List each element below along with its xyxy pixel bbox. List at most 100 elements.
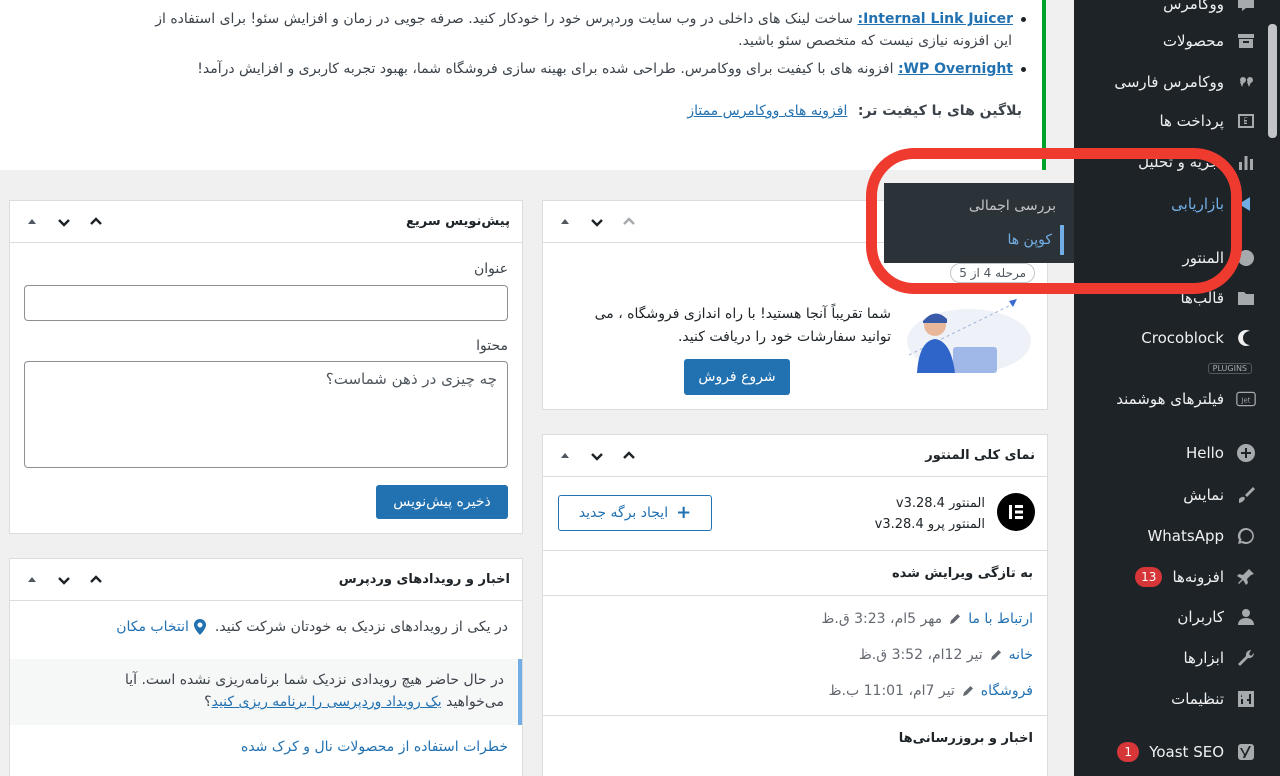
sidebar-item-persian-woocommerce[interactable]: ووکامرس فارسی: [1078, 64, 1258, 100]
events-intro-row: در یکی از رویدادهای نزدیک به خودتان شرکت…: [116, 619, 508, 635]
move-down-icon[interactable]: [587, 446, 607, 466]
recent-item-date: تیر 12ام، 3:52 ق.ظ: [858, 647, 983, 663]
save-draft-button[interactable]: ذخیره پیش‌نویس: [376, 485, 508, 519]
widget-controls: [22, 570, 106, 590]
sidebar-item-yoast[interactable]: Yoast SEO 1: [1078, 734, 1258, 770]
recent-item-link[interactable]: ارتباط با ما: [968, 611, 1033, 627]
collapse-icon[interactable]: [619, 446, 639, 466]
no-events-pre: می‌خواهید: [446, 694, 504, 710]
elementor-overview-title: نمای کلی المنتور: [925, 448, 1035, 463]
sidebar-item-smart-filters[interactable]: Jet فیلترهای هوشمند: [1078, 381, 1258, 417]
megaphone-icon: [1234, 192, 1258, 216]
elementor-overview-header: نمای کلی المنتور: [543, 435, 1047, 477]
plugins-update-badge: 13: [1135, 567, 1163, 587]
sidebar-item-analytics[interactable]: تجزیه و تحلیل: [1078, 144, 1258, 180]
bullet-icon: [1021, 66, 1026, 72]
sidebar-item-plugins[interactable]: افزونه‌ها 13: [1078, 559, 1258, 595]
elementor-icon: [1234, 246, 1258, 270]
wrench-icon: [1234, 646, 1258, 670]
sidebar-item-hello[interactable]: Hello: [1078, 435, 1258, 471]
sidebar-item-label: قالب‌ها: [1180, 289, 1224, 307]
create-new-page-button[interactable]: + ایجاد برگه جدید: [558, 495, 712, 531]
news-link[interactable]: خطرات استفاده از محصولات نال و کرک شده: [241, 739, 508, 755]
version-value: v3.28.4: [895, 496, 945, 511]
recent-item: فروشگاه تیر 7ام، 11:01 ب.ظ: [829, 683, 1033, 699]
move-down-icon[interactable]: [54, 570, 74, 590]
move-up-icon[interactable]: [22, 570, 42, 590]
move-up-icon[interactable]: [555, 446, 575, 466]
collapse-icon[interactable]: [86, 212, 106, 232]
elementor-overview-widget: نمای کلی المنتور المنتور v3.28.4 المنتور…: [542, 434, 1048, 776]
setup-message-line2: توانید سفارشات خود را دریافت کنید.: [677, 329, 891, 345]
move-up-icon[interactable]: [555, 212, 575, 232]
draft-title-input[interactable]: [24, 285, 508, 321]
sidebar-item-elementor[interactable]: المنتور: [1078, 240, 1258, 276]
sidebar-item-products[interactable]: محصولات: [1078, 23, 1258, 59]
sidebar-item-tools[interactable]: ابزارها: [1078, 640, 1258, 676]
select-location-button[interactable]: انتخاب مکان: [116, 619, 207, 635]
premium-woo-plugins-link[interactable]: افزونه های ووکامرس ممتاز: [687, 103, 847, 119]
sidebar-item-crocoblock[interactable]: Crocoblock: [1078, 320, 1258, 356]
sidebar-item-payments[interactable]: پرداخت ها: [1078, 103, 1258, 139]
plus-circle-icon: [1234, 441, 1258, 465]
pencil-icon: [962, 686, 973, 696]
start-selling-button[interactable]: شروع فروش: [684, 359, 790, 395]
organize-event-link[interactable]: یک رویداد وردپرسی را برنامه ریزی کنید: [212, 694, 442, 710]
admin-sidebar: ووکامرس محصولات ووکامرس فارسی پرداخت ها …: [1074, 0, 1280, 776]
wp-events-widget: اخبار و رویدادهای وردپرس در یکی از رویدا…: [9, 558, 523, 776]
no-events-line2: می‌خواهید یک رویداد وردپرسی را برنامه ری…: [24, 691, 504, 713]
notice-item-premium: بلاگین های با کیفیت تر: افزونه های ووکام…: [687, 100, 1022, 122]
no-events-notice: در حال حاضر هیچ رویدادی نزدیک شما برنامه…: [10, 659, 522, 725]
wp-overnight-link[interactable]: WP Overnight:: [898, 61, 1013, 77]
move-down-icon[interactable]: [54, 212, 74, 232]
woocommerce-icon: [1234, 0, 1258, 16]
news-updates-title: اخبار و بروزرسانی‌ها: [898, 731, 1033, 746]
sidebar-item-label: پرداخت ها: [1159, 112, 1224, 130]
sidebar-scrollbar[interactable]: [1268, 24, 1277, 138]
sidebar-item-label: المنتور: [1182, 249, 1224, 267]
quick-draft-header: پیش‌نویس سریع: [10, 201, 522, 243]
recent-item-link[interactable]: فروشگاه: [981, 683, 1033, 699]
sidebar-item-woocommerce[interactable]: ووکامرس: [1078, 0, 1258, 22]
collapse-icon[interactable]: [86, 570, 106, 590]
sidebar-item-label: تنظیمات: [1171, 690, 1224, 708]
no-events-line1: در حال حاضر هیچ رویدادی نزدیک شما برنامه…: [124, 672, 504, 688]
sidebar-item-whatsapp[interactable]: WhatsApp: [1078, 518, 1258, 554]
sidebar-item-templates[interactable]: قالب‌ها: [1078, 280, 1258, 316]
sidebar-item-settings[interactable]: تنظیمات: [1078, 681, 1258, 717]
no-events-q: ؟: [204, 694, 212, 710]
sidebar-item-label: Crocoblock: [1141, 329, 1224, 347]
move-up-icon[interactable]: [22, 212, 42, 232]
recent-item: ارتباط با ما مهر 5ام، 3:23 ق.ظ: [821, 611, 1033, 627]
wp-events-header: اخبار و رویدادهای وردپرس: [10, 559, 522, 601]
sidebar-item-users[interactable]: کاربران: [1078, 599, 1258, 635]
brush-icon: [1234, 483, 1258, 507]
submenu-item-coupons[interactable]: کوپن ها: [894, 225, 1064, 255]
sidebar-item-marketing[interactable]: بازاریابی: [1078, 186, 1258, 222]
collapse-icon[interactable]: [619, 212, 639, 232]
events-intro: در یکی از رویدادهای نزدیک به خودتان شرکت…: [214, 619, 508, 635]
elementor-version-line: المنتور v3.28.4: [875, 493, 985, 514]
payment-icon: [1234, 109, 1258, 133]
notice-text: افزونه های با کیفیت برای ووکامرس. طراحی …: [197, 61, 898, 77]
elementor-pro-version-line: المنتور پرو v3.28.4: [875, 514, 985, 535]
draft-content-textarea[interactable]: چه چیزی در ذهن شماست؟: [24, 361, 508, 468]
sidebar-item-label: کاربران: [1177, 608, 1224, 626]
widget-controls: [555, 446, 639, 466]
recently-edited-title: به تازگی ویرایش شده: [891, 566, 1033, 581]
sidebar-item-label: ووکامرس: [1163, 0, 1224, 13]
select-location-label: انتخاب مکان: [116, 619, 189, 635]
recent-item-date: تیر 7ام، 11:01 ب.ظ: [828, 683, 955, 699]
sidebar-item-label: محصولات: [1162, 32, 1224, 50]
sidebar-item-appearance[interactable]: نمایش: [1078, 477, 1258, 513]
settings-icon: [1234, 687, 1258, 711]
internal-link-juicer-link[interactable]: Internal Link Juicer:: [857, 11, 1013, 27]
content-placeholder: چه چیزی در ذهن شماست؟: [325, 370, 497, 388]
widget-controls: [22, 212, 106, 232]
pro-version-value: v3.28.4: [874, 517, 924, 532]
submenu-item-overview[interactable]: بررسی اجمالی: [894, 191, 1064, 221]
recent-item-link[interactable]: خانه: [1009, 647, 1033, 663]
analytics-icon: [1234, 150, 1258, 174]
move-down-icon[interactable]: [587, 212, 607, 232]
jet-icon: Jet: [1234, 387, 1258, 411]
